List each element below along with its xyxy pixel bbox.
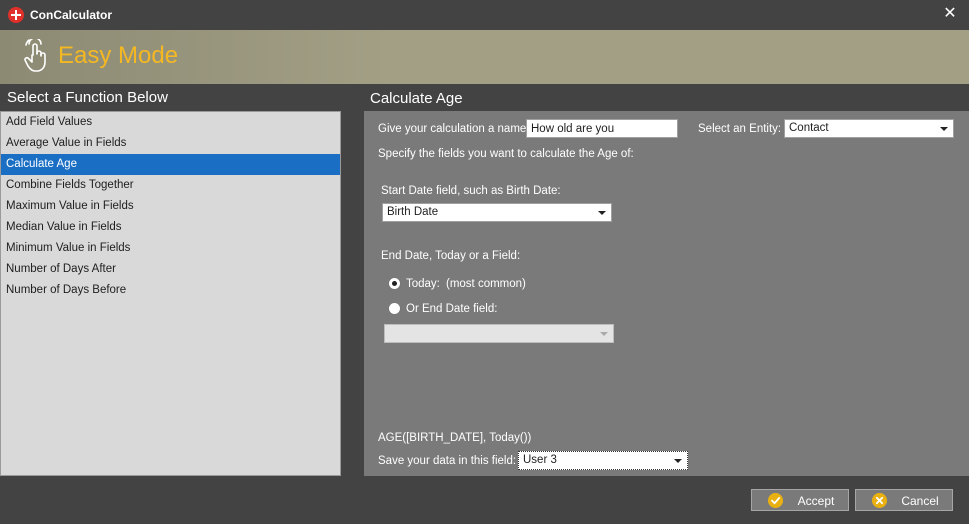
start-date-value: Birth Date (387, 206, 439, 218)
specify-fields-label: Specify the fields you want to calculate… (378, 148, 634, 160)
hand-gesture-icon (24, 39, 46, 72)
save-field-select[interactable]: User 3 (518, 451, 688, 470)
end-date-field-label[interactable]: Or End Date field: (406, 303, 497, 315)
function-list[interactable]: Add Field Values Average Value in Fields… (0, 111, 341, 476)
start-date-select[interactable]: Birth Date (382, 203, 612, 222)
entity-select-value: Contact (789, 122, 829, 134)
list-item[interactable]: Add Field Values (1, 112, 340, 133)
list-item-selected[interactable]: Calculate Age (1, 154, 340, 175)
cancel-button[interactable]: Cancel (855, 489, 953, 511)
window-title: ConCalculator (30, 8, 113, 22)
end-date-field-radio[interactable] (388, 302, 401, 315)
accept-button[interactable]: Accept (751, 489, 849, 511)
entity-label: Select an Entity: (698, 123, 782, 135)
today-hint: (most common) (446, 278, 526, 290)
list-item[interactable]: Median Value in Fields (1, 217, 340, 238)
calculator-app-icon (8, 7, 24, 23)
mode-title: Easy Mode (58, 42, 179, 69)
function-settings-panel: Give your calculation a name: Select an … (364, 111, 969, 476)
function-list-header: Select a Function Below (7, 89, 168, 106)
mode-banner: Easy Mode (0, 30, 969, 84)
list-item[interactable]: Combine Fields Together (1, 175, 340, 196)
accept-button-label: Accept (797, 494, 835, 508)
check-circle-icon (768, 493, 783, 508)
end-date-field-select[interactable] (384, 324, 614, 343)
list-item[interactable]: Number of Days After (1, 259, 340, 280)
formula-preview: AGE([BIRTH_DATE], Today()) (378, 432, 532, 444)
list-item[interactable]: Minimum Value in Fields (1, 238, 340, 259)
start-date-label: Start Date field, such as Birth Date: (381, 185, 561, 197)
save-field-value: User 3 (523, 454, 557, 466)
close-icon[interactable]: ✕ (941, 5, 959, 23)
list-item[interactable]: Number of Days Before (1, 280, 340, 301)
calculation-name-input[interactable] (526, 119, 678, 138)
today-radio[interactable] (388, 277, 401, 290)
list-item[interactable]: Maximum Value in Fields (1, 196, 340, 217)
x-circle-icon (872, 493, 887, 508)
chevron-down-icon (600, 332, 608, 336)
save-field-label: Save your data in this field: (378, 455, 517, 467)
end-date-label: End Date, Today or a Field: (381, 250, 521, 262)
chevron-down-icon (598, 211, 606, 215)
title-bar: ConCalculator ✕ (0, 0, 969, 30)
chevron-down-icon (940, 127, 948, 131)
cancel-button-label: Cancel (901, 494, 939, 508)
entity-select[interactable]: Contact (784, 119, 954, 138)
list-item[interactable]: Average Value in Fields (1, 133, 340, 154)
calculation-name-label: Give your calculation a name: (378, 123, 530, 135)
today-radio-label[interactable]: Today: (406, 278, 440, 290)
chevron-down-icon (674, 459, 682, 463)
function-title: Calculate Age (370, 90, 463, 107)
